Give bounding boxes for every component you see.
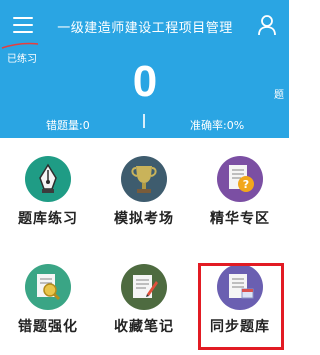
grid-item-favorites-notes[interactable]: 收藏笔记 xyxy=(96,246,192,354)
grid-item-mock-exam[interactable]: 模拟考场 xyxy=(96,138,192,246)
count-unit: 题 xyxy=(274,90,284,101)
grid-item-label: 精华专区 xyxy=(210,211,270,227)
grid-item-label: 错题强化 xyxy=(18,319,78,335)
practiced-count: 0 xyxy=(132,57,158,106)
note-pencil-icon xyxy=(121,264,167,310)
question-document-icon: ? xyxy=(217,156,263,202)
page-title: 一级建造师建设工程项目管理 xyxy=(57,21,233,36)
practiced-label: 已练习 xyxy=(7,54,37,65)
grid-item-practice[interactable]: 题库练习 xyxy=(0,138,96,246)
wrong-count: 错题量:0 xyxy=(46,119,90,132)
trophy-icon xyxy=(121,156,167,202)
grid-item-essentials[interactable]: ? 精华专区 xyxy=(192,138,288,246)
menu-icon[interactable] xyxy=(13,16,33,34)
stat-separator xyxy=(143,114,145,128)
accuracy-rate: 准确率:0% xyxy=(190,119,245,132)
magnifier-document-icon xyxy=(25,264,71,310)
user-icon[interactable] xyxy=(257,15,277,36)
grid-item-label: 模拟考场 xyxy=(114,211,174,227)
grid-item-label: 收藏笔记 xyxy=(114,319,174,335)
pen-nib-icon xyxy=(25,156,71,202)
grid-item-label: 题库练习 xyxy=(18,211,78,227)
header: 一级建造师建设工程项目管理 已练习 0 题 错题量:0 准确率:0% xyxy=(0,0,289,138)
highlight-box xyxy=(198,263,284,350)
grid-item-wrong-questions[interactable]: 错题强化 xyxy=(0,246,96,354)
svg-text:?: ? xyxy=(243,178,249,191)
